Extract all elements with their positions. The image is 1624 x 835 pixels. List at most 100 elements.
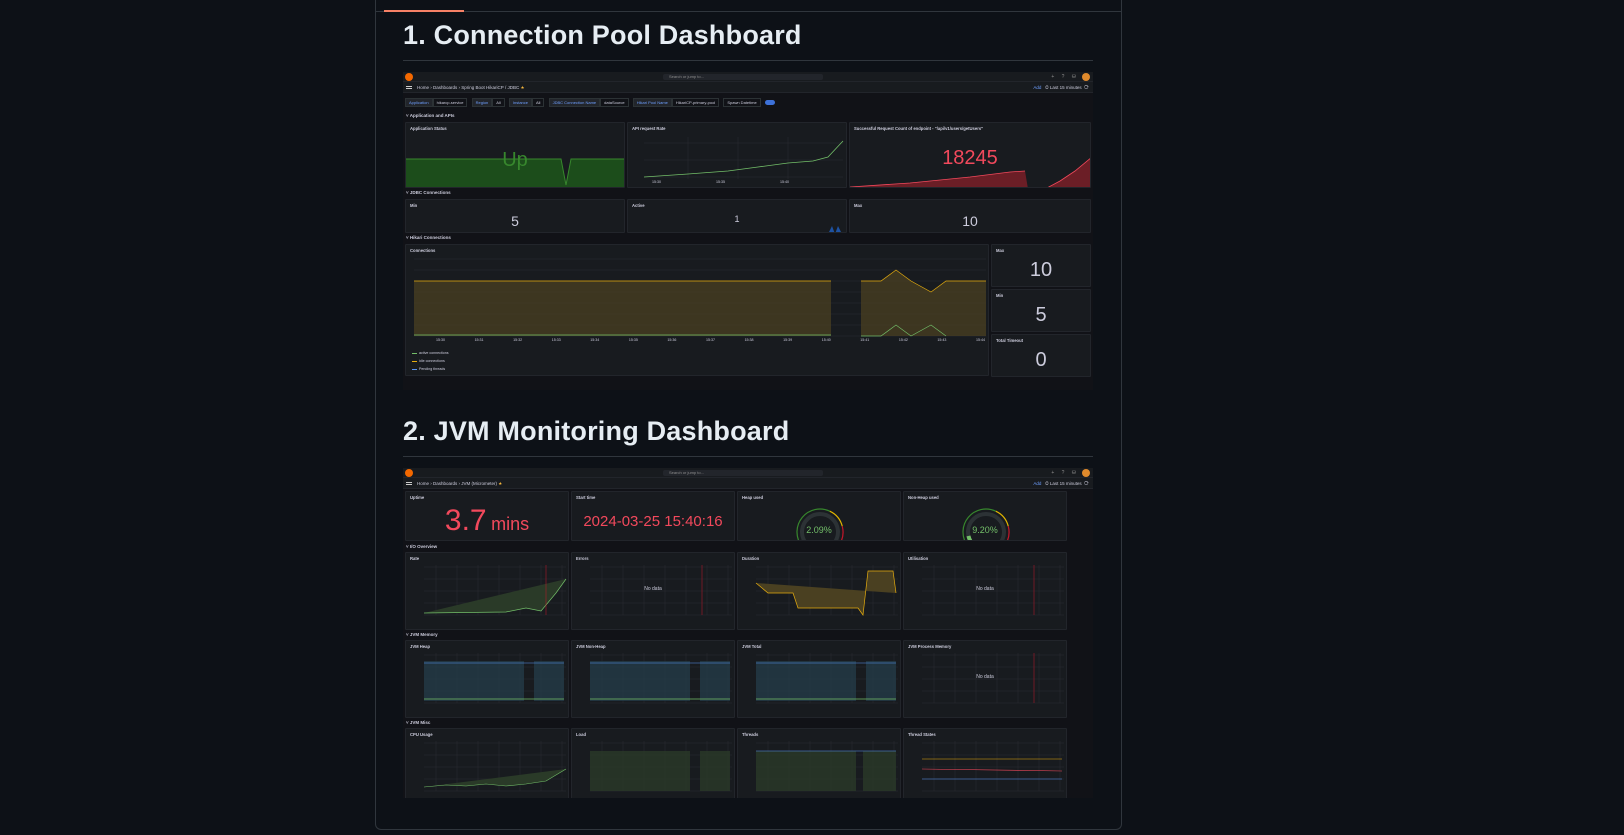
x-tick: 15:32 (513, 338, 523, 342)
panel-title: Max (854, 203, 863, 208)
panel-jvm-total[interactable]: JVM Total (737, 640, 901, 718)
menu-icon[interactable] (406, 86, 412, 89)
hikari-max-value: 10 (1029, 259, 1053, 281)
toolbar-right: Add ⏱ Last 15 minutes ⟳ (1033, 85, 1089, 90)
api-rate-chart (643, 137, 844, 179)
grafana-logo-icon (405, 73, 413, 81)
panel-utilisation[interactable]: Utilisation No data (903, 552, 1067, 630)
menu-icon[interactable] (406, 482, 412, 485)
section-rule (403, 456, 1093, 457)
success-count-value: 18245 (942, 147, 998, 169)
start-time-value: 2024-03-25 15:40:16 (583, 513, 723, 530)
x-tick: 15:35 (716, 180, 725, 184)
var-application[interactable]: Application hikarcp-service (405, 98, 468, 107)
avatar[interactable] (1082, 469, 1090, 477)
jvm-screenshot: Search or jump to... + ? ⛁ Home › Dashbo… (403, 468, 1093, 798)
uptime-value: 3.7 mins (444, 504, 530, 537)
panel-rate[interactable]: Rate (405, 552, 569, 630)
panel-start-time[interactable]: Start time 2024-03-25 15:40:16 (571, 491, 735, 541)
status-value: Up (502, 149, 528, 171)
mini-chart (756, 653, 898, 704)
panel-successful-request-count[interactable]: Successful Request Count of endpoint - "… (849, 122, 1091, 188)
search-bar[interactable]: Search or jump to... (663, 470, 823, 476)
search-bar[interactable]: Search or jump to... (663, 74, 823, 80)
panel-duration[interactable]: Duration (737, 552, 901, 630)
var-instance[interactable]: Instance All (508, 98, 545, 107)
panel-hikari-min[interactable]: Min 5 (991, 289, 1091, 332)
panel-cpu-usage[interactable]: CPU Usage (405, 728, 569, 798)
x-tick: 15:38 (744, 338, 754, 342)
mini-chart (423, 565, 567, 616)
crumb-dashboards[interactable]: Dashboards (433, 481, 457, 486)
row-jvm-memory[interactable]: ˅ JVM Memory (406, 632, 438, 637)
panel-jdbc-min[interactable]: Min 5 (405, 199, 625, 233)
panel-jvm-process-memory[interactable]: JVM Process Memory No data (903, 640, 1067, 718)
panel-title: Start time (576, 495, 596, 500)
article-container: 1. Connection Pool Dashboard Search or j… (375, 0, 1122, 830)
legend-idle: idle connections (412, 359, 445, 363)
row-hikari-connections[interactable]: ˅ Hikari Connections (406, 235, 451, 240)
x-tick: 15:30 (436, 338, 445, 342)
panel-thread-states[interactable]: Thread States (903, 728, 1067, 798)
x-tick: 15:30 (652, 180, 661, 184)
time-picker[interactable]: Last 15 minutes (1050, 481, 1082, 486)
crumb-home[interactable]: Home (417, 481, 429, 486)
var-hikari-pool[interactable]: Hikari Pool Name HikariCP-primary-pool (632, 98, 720, 107)
grafana-logo-icon (405, 469, 413, 477)
panel-title: Min (410, 203, 418, 208)
no-data-label: No data (976, 586, 994, 593)
star-icon[interactable]: ★ (498, 481, 502, 486)
topbar-icons: + ? ⛁ (1051, 74, 1079, 80)
avatar[interactable] (1082, 73, 1090, 81)
crumb-dashboards[interactable]: Dashboards (433, 85, 457, 90)
panel-uptime[interactable]: Uptime 3.7 mins (405, 491, 569, 541)
var-spawn-datetime[interactable]: Spawn Datetime (723, 98, 761, 107)
panel-hikari-max[interactable]: Max 10 (991, 244, 1091, 287)
mini-chart (424, 653, 566, 704)
row-application-apis[interactable]: ˅ Application and APIs (406, 113, 455, 118)
x-tick: 15:36 (667, 338, 677, 342)
panel-errors[interactable]: Errors No data (571, 552, 735, 630)
var-region[interactable]: Region All (471, 98, 505, 107)
panel-jvm-non-heap[interactable]: JVM Non-Heap (571, 640, 735, 718)
add-button[interactable]: Add (1033, 481, 1041, 486)
breadcrumb: Home › Dashboards › Spring Boot HikariCP… (403, 82, 1093, 93)
panel-load[interactable]: Load (571, 728, 735, 798)
var-jdbc-name[interactable]: JDBC Connection Name dataSource (548, 98, 629, 107)
x-tick: 15:31 (474, 338, 484, 342)
active-tab-underline (384, 10, 464, 12)
panel-jdbc-max[interactable]: Max 10 (849, 199, 1091, 233)
connections-chart (414, 258, 986, 337)
nonheap-used-value: 9.20% (972, 525, 998, 535)
panel-connections[interactable]: Connections 15:30 15:31 15:32 15:33 15:34 15:… (405, 244, 989, 376)
row-jdbc-connections[interactable]: ˅ JDBC Connections (406, 190, 451, 195)
section-rule (403, 60, 1093, 61)
heap-used-value: 2.09% (806, 525, 832, 535)
crumb-home[interactable]: Home (417, 85, 429, 90)
breadcrumb: Home › Dashboards › JVM (Micrometer) ★ A… (403, 478, 1093, 489)
x-tick: 15:33 (551, 338, 561, 342)
row-io-overview[interactable]: ˅ I/O Overview (406, 544, 437, 549)
time-picker[interactable]: Last 15 minutes (1050, 85, 1082, 90)
panel-jdbc-active[interactable]: Active 1 (627, 199, 847, 233)
panel-heap-used[interactable]: Heap used 2.09% (737, 491, 901, 541)
panel-total-timeout[interactable]: Total Timeout 0 (991, 334, 1091, 377)
add-button[interactable]: Add (1033, 85, 1041, 90)
section-title-jvm: 2. JVM Monitoring Dashboard (403, 416, 790, 446)
panel-jvm-heap[interactable]: JVM Heap (405, 640, 569, 718)
panel-title: Max (996, 248, 1005, 253)
panel-application-status[interactable]: Application Status Up (405, 122, 625, 188)
row-jvm-misc[interactable]: ˅ JVM Misc (406, 720, 430, 725)
panel-title: Total Timeout (996, 338, 1024, 343)
x-tick: 15:43 (937, 338, 947, 342)
panel-nonheap-used[interactable]: Non-Heap used 9.20% (903, 491, 1067, 541)
panel-threads[interactable]: Threads (737, 728, 901, 798)
mini-chart (755, 565, 898, 616)
panel-api-request-rate[interactable]: API request Rate 15:30 15:35 15:40 (627, 122, 847, 188)
total-timeout-value: 0 (1035, 349, 1047, 371)
connection-pool-screenshot: Search or jump to... + ? ⛁ Home › Dashbo… (403, 72, 1093, 390)
crumb-dashboard: Spring Boot HikariCP / JDBC (461, 85, 520, 90)
star-icon[interactable]: ★ (520, 85, 524, 90)
legend-active: active connections (412, 351, 449, 355)
toggle-icon[interactable] (764, 100, 775, 106)
